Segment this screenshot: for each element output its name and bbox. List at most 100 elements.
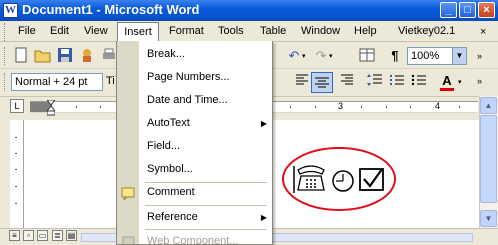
menu-window[interactable]: Window — [300, 23, 341, 40]
line-spacing-icon[interactable] — [366, 73, 384, 91]
app-icon-letter: W — [5, 4, 16, 16]
ruler-tick — [459, 106, 460, 108]
clock-icon — [332, 170, 354, 192]
web-component-icon — [121, 234, 136, 244]
align-center-icon — [315, 77, 329, 88]
insert-menu: Break... Page Numbers... Date and Time..… — [116, 41, 273, 245]
open-folder-icon[interactable] — [34, 47, 52, 65]
menu-insert[interactable]: Insert — [117, 22, 159, 42]
scroll-down-icon[interactable]: ▼ — [480, 210, 497, 227]
close-document-icon[interactable]: × — [480, 26, 486, 38]
toolbar-grip[interactable] — [4, 47, 7, 65]
permission-icon[interactable] — [78, 47, 96, 65]
print-layout-icon[interactable]: ▭ — [37, 230, 48, 241]
menu-item-autotext[interactable]: AutoText ▶ — [117, 112, 272, 135]
menu-item-label: Comment — [147, 186, 195, 198]
ruler-tick — [100, 106, 101, 108]
toolbar-grip-2[interactable] — [4, 73, 7, 91]
menu-item-reference[interactable]: Reference ▶ — [117, 206, 272, 229]
font-color-swatch — [440, 88, 454, 91]
redo-dropdown-icon[interactable]: ▾ — [329, 52, 333, 60]
menu-format[interactable]: Format — [168, 23, 205, 40]
title-bar[interactable]: W Document1 - Microsoft Word _ □ × — [0, 0, 498, 21]
undo-icon[interactable]: ↶ — [285, 47, 303, 65]
menu-item-symbol[interactable]: Symbol... — [117, 158, 272, 181]
vertical-ruler[interactable] — [10, 120, 24, 228]
vertical-scrollbar[interactable]: ▲ ▼ — [479, 96, 498, 230]
scroll-up-icon[interactable]: ▲ — [480, 97, 497, 114]
save-icon[interactable] — [56, 47, 74, 65]
outline-view-icon[interactable]: ≣ — [52, 230, 63, 241]
new-document-icon[interactable] — [12, 47, 30, 65]
scroll-thumb[interactable] — [480, 115, 497, 203]
menu-item-date-and-time[interactable]: Date and Time... — [117, 89, 272, 112]
align-left-icon[interactable] — [293, 73, 311, 91]
ruler-tick — [290, 106, 291, 108]
ruler-number-3: 3 — [338, 101, 344, 111]
vruler-tick — [15, 169, 17, 170]
ruler-tick — [410, 106, 411, 108]
numbering-icon[interactable] — [388, 73, 406, 91]
menu-item-label: Symbol... — [147, 163, 193, 175]
style-value: Normal + 24 pt — [15, 76, 88, 88]
ruler-tick — [76, 106, 77, 108]
menu-item-label: Page Numbers... — [147, 71, 230, 83]
menu-tools[interactable]: Tools — [217, 23, 245, 40]
menu-item-label: Date and Time... — [147, 94, 228, 106]
menu-help[interactable]: Help — [353, 23, 378, 40]
menu-edit[interactable]: Edit — [49, 23, 70, 40]
zoom-dropdown-icon[interactable]: ▼ — [452, 48, 466, 64]
align-right-icon[interactable] — [338, 73, 356, 91]
word-app-icon[interactable]: W — [3, 3, 18, 18]
toolbar-options-icon[interactable]: » — [477, 51, 482, 61]
menu-item-comment[interactable]: Comment — [117, 181, 272, 204]
menubar-grip[interactable] — [4, 23, 7, 41]
menu-table[interactable]: Table — [259, 23, 287, 40]
window-title: Document1 - Microsoft Word — [22, 2, 200, 17]
vruler-tick — [15, 203, 17, 204]
font-combo-partial[interactable]: Ti — [106, 75, 115, 87]
normal-view-icon[interactable]: ≡ — [9, 230, 20, 241]
reading-layout-icon[interactable]: ▤ — [66, 230, 77, 241]
vruler-tick — [15, 153, 17, 154]
indent-marker-icon[interactable] — [45, 99, 57, 116]
submenu-arrow-icon: ▶ — [260, 213, 267, 222]
bullets-icon[interactable] — [410, 73, 428, 91]
menu-item-page-numbers[interactable]: Page Numbers... — [117, 66, 272, 89]
maximize-button[interactable]: □ — [459, 2, 476, 18]
checkbox-icon — [359, 168, 384, 191]
web-layout-icon[interactable]: ▫ — [23, 230, 34, 241]
submenu-arrow-icon: ▶ — [260, 119, 267, 128]
symbols-group[interactable] — [280, 142, 400, 212]
menu-vietkey[interactable]: Vietkey02.1 — [397, 23, 456, 40]
minimize-button[interactable]: _ — [440, 2, 457, 18]
menu-item-web-component[interactable]: Web Component... — [117, 230, 272, 245]
close-button[interactable]: × — [478, 2, 495, 18]
telephone-icon — [293, 165, 325, 193]
undo-dropdown-icon[interactable]: ▾ — [302, 52, 306, 60]
tab-selector[interactable]: L — [10, 99, 24, 113]
menu-item-label: Break... — [147, 48, 185, 60]
menu-item-label: Web Component... — [147, 235, 239, 245]
ruler-tick — [315, 106, 316, 108]
menu-file[interactable]: File — [17, 23, 37, 40]
menu-bar: File Edit View Format Tools Table Window… — [0, 21, 498, 42]
ruler-tick — [386, 106, 387, 108]
font-color-dropdown-icon[interactable]: ▾ — [458, 78, 462, 86]
toolbar2-options-icon[interactable]: » — [477, 76, 482, 86]
ruler-number-4: 4 — [435, 101, 441, 111]
menu-view[interactable]: View — [83, 23, 109, 40]
menu-item-break[interactable]: Break... — [117, 43, 272, 66]
insert-table-icon[interactable] — [358, 47, 376, 65]
ruler-tick — [361, 106, 362, 108]
style-combo[interactable]: Normal + 24 pt — [11, 73, 103, 91]
menu-item-label: Field... — [147, 140, 181, 152]
show-hide-icon[interactable]: ¶ — [386, 47, 404, 65]
menu-item-field[interactable]: Field... — [117, 135, 272, 158]
menu-item-label: AutoText — [147, 117, 190, 129]
comment-icon — [121, 185, 136, 202]
redo-icon[interactable]: ↷ — [312, 47, 330, 65]
zoom-value: 100% — [411, 50, 440, 62]
vruler-tick — [15, 137, 17, 138]
align-center-button[interactable] — [311, 72, 333, 93]
